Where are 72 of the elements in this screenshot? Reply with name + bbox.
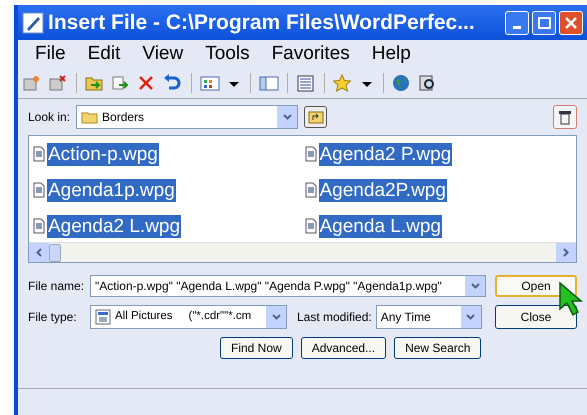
scroll-left-button[interactable] <box>29 243 49 262</box>
file-icon <box>33 146 45 162</box>
scroll-thumb[interactable] <box>49 244 61 262</box>
open-button[interactable]: Open <box>495 275 577 297</box>
close-button[interactable] <box>559 10 583 34</box>
list-entry[interactable]: Agenda1p.wpg <box>47 178 176 202</box>
close-icon <box>565 16 577 28</box>
search-option-button[interactable]: New Search <box>394 337 482 359</box>
dropdown-button[interactable] <box>277 106 298 128</box>
dropdown-button[interactable] <box>266 306 286 328</box>
minimize-icon <box>513 26 521 28</box>
chevron-down-icon <box>282 114 292 120</box>
window-title: Insert File - C:\Program Files\WordPerfec... <box>48 10 475 36</box>
picture-file-icon <box>95 309 111 325</box>
file-type-value: All Pictures ("*.cdr""*.cm <box>115 309 252 324</box>
menu-item[interactable]: Help <box>372 40 411 68</box>
menu-item[interactable]: Edit <box>88 40 120 68</box>
up-folder-button[interactable] <box>304 106 328 128</box>
file-name-field[interactable]: "Action-p.wpg" "Agenda L.wpg" "Agenda P.wpg" "Agenda1p.wpg" <box>90 275 486 297</box>
file-name-label: File name: <box>28 278 86 295</box>
maximize-button[interactable] <box>532 10 556 34</box>
list-entry[interactable]: Agenda L.wpg <box>318 214 442 238</box>
list-entry[interactable]: Agenda2 L.wpg <box>47 214 182 238</box>
chevron-down-icon <box>272 314 280 320</box>
list-entry[interactable]: Agenda2 P.wpg <box>318 142 452 166</box>
star-icon[interactable] <box>333 74 353 92</box>
list-entry[interactable]: Agenda2P.wpg <box>318 178 447 202</box>
new-item-icon[interactable] <box>22 74 42 92</box>
view-menu-button[interactable] <box>553 105 577 129</box>
view-grid-icon[interactable] <box>200 74 220 92</box>
file-icon <box>304 146 316 162</box>
file-icon <box>33 218 45 234</box>
last-modified-dropdown[interactable]: Any Time <box>376 305 482 329</box>
chevron-left-icon <box>36 248 42 257</box>
dropdown-button[interactable] <box>460 306 481 328</box>
look-in-label: Look in: <box>28 109 70 126</box>
folder-up-icon <box>308 110 324 124</box>
horizontal-scrollbar[interactable] <box>29 242 576 262</box>
undo-icon[interactable] <box>163 74 183 92</box>
file-type-dropdown[interactable]: All Pictures ("*.cdr""*.cm <box>90 305 287 329</box>
panel-icon[interactable] <box>259 74 279 92</box>
chevron-down-icon <box>466 314 476 320</box>
file-icon <box>33 182 45 198</box>
chevron-down-icon <box>470 283 480 289</box>
list-icon <box>558 110 572 124</box>
search-option-button[interactable]: Advanced... <box>300 337 386 359</box>
delete-item-icon[interactable] <box>48 74 68 92</box>
list-entry[interactable]: Action-p.wpg <box>47 142 159 166</box>
search-option-button[interactable]: Find Now <box>220 337 293 359</box>
dropdown-button[interactable] <box>465 276 485 296</box>
file-type-label: File type: <box>28 309 78 326</box>
file-icon <box>304 218 316 234</box>
look-in-value: Borders <box>102 109 144 126</box>
folder-icon <box>81 110 98 124</box>
menu-item[interactable]: View <box>142 40 184 68</box>
minimize-button[interactable] <box>505 10 529 34</box>
look-in-dropdown[interactable]: Borders <box>76 105 298 129</box>
copy-arrow-icon[interactable] <box>111 74 131 92</box>
globe-icon[interactable] <box>392 74 412 92</box>
chevron-right-icon <box>563 248 569 257</box>
cursor-icon <box>558 281 584 317</box>
maximize-icon <box>538 16 550 28</box>
scroll-right-button[interactable] <box>556 243 576 262</box>
menu-item[interactable]: File <box>35 40 66 68</box>
menu-item[interactable]: Favorites <box>272 40 350 68</box>
menu-item[interactable]: Tools <box>205 40 250 68</box>
file-icon <box>304 182 316 198</box>
last-modified-label: Last modified: <box>297 309 372 326</box>
last-modified-value: Any Time <box>380 309 432 326</box>
file-name-value: "Action-p.wpg" "Agenda L.wpg" "Agenda P.wpg" "Agenda1p.wpg" <box>95 278 443 295</box>
pen-icon <box>22 12 44 34</box>
document-icon[interactable] <box>296 74 316 92</box>
